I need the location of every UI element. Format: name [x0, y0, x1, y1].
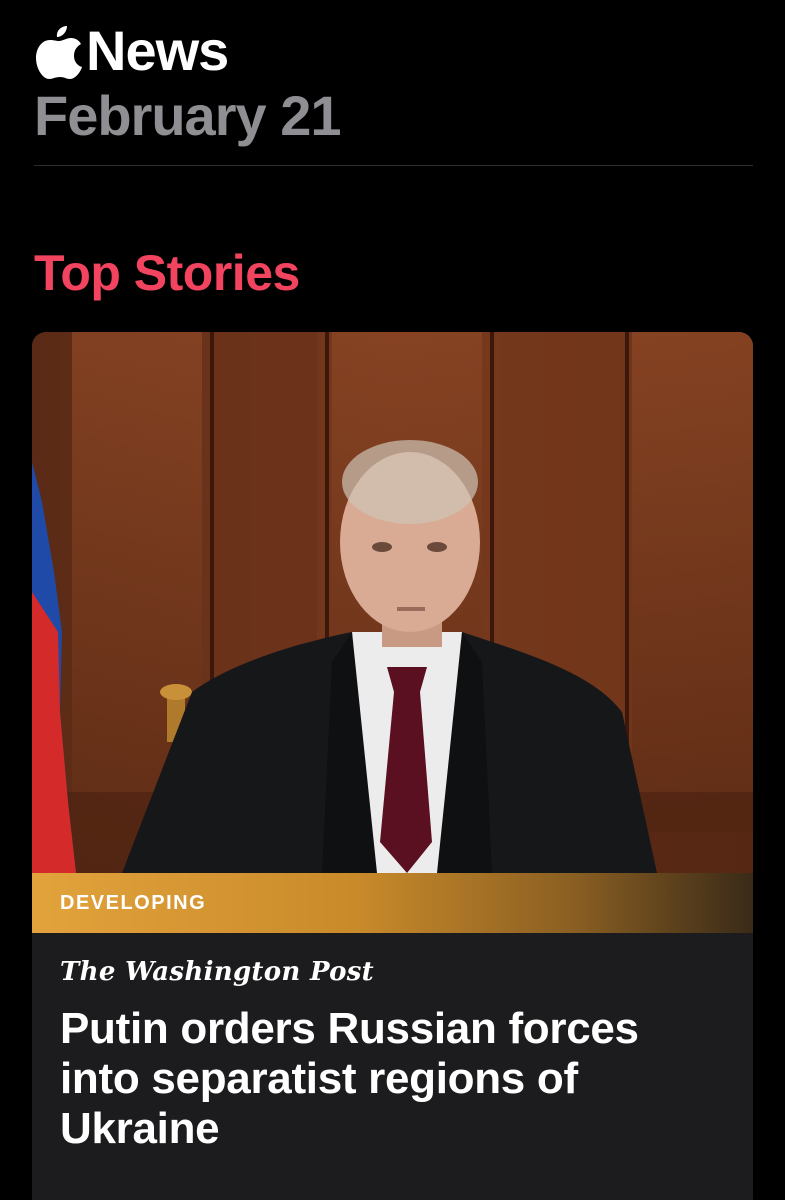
news-screen: News February 21 Top Stories DEVELOPING … [0, 0, 785, 1200]
badge-label: DEVELOPING [60, 891, 207, 914]
app-brand: News [34, 12, 341, 90]
app-name: News [86, 19, 229, 82]
news-photo [32, 332, 753, 873]
story-badge: DEVELOPING [32, 873, 753, 933]
story-headline[interactable]: Putin orders Russian forces into separat… [60, 1004, 710, 1153]
story-body: The Washington Post Putin orders Russian… [32, 933, 753, 1153]
section-title[interactable]: Top Stories [34, 248, 300, 298]
apple-logo-icon [36, 26, 82, 79]
top-story-card[interactable]: DEVELOPING The Washington Post Putin ord… [32, 332, 753, 1200]
divider [34, 165, 753, 166]
date-heading: February 21 [34, 84, 341, 147]
masthead: News February 21 [34, 12, 341, 144]
story-photo [32, 332, 753, 873]
publisher-logo: The Washington Post [60, 957, 374, 987]
